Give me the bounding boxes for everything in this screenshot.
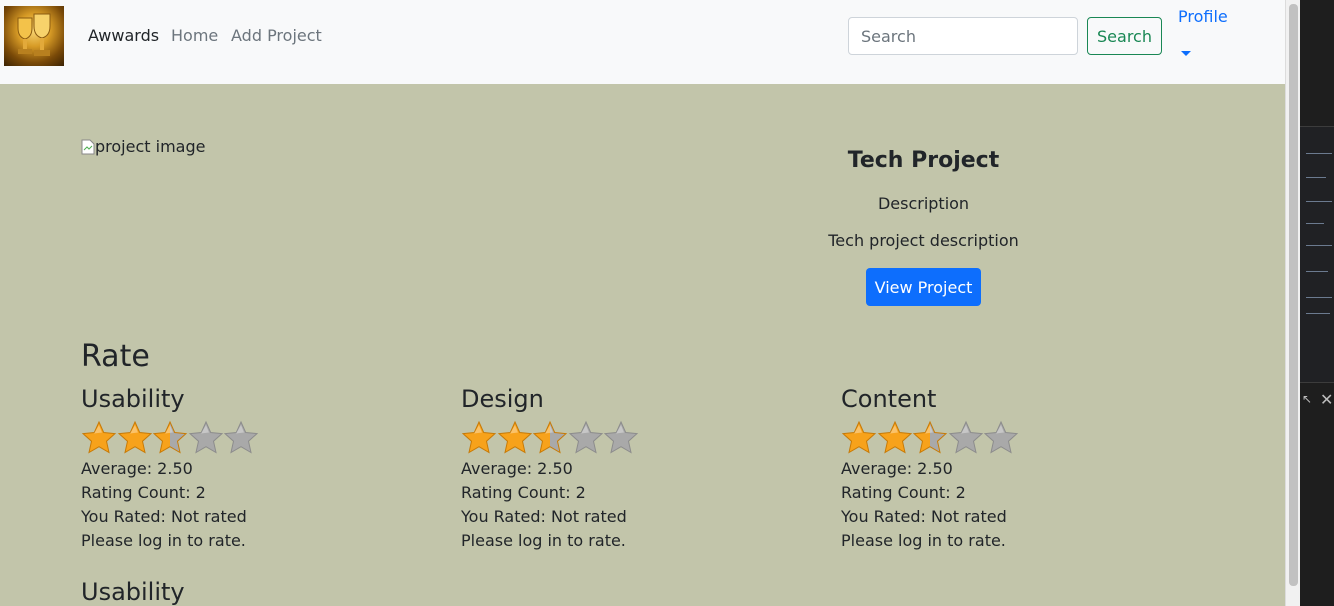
broken-image-icon — [81, 139, 95, 155]
view-project-button[interactable]: View Project — [866, 268, 981, 306]
nav-home-link[interactable]: Home — [171, 26, 218, 45]
login-note-text: Please log in to rate. — [461, 531, 626, 550]
star-icon[interactable] — [603, 420, 639, 456]
star-icon[interactable] — [223, 420, 259, 456]
star-icon[interactable] — [461, 420, 497, 456]
search-button[interactable]: Search — [1087, 17, 1162, 55]
category-title: Content — [841, 385, 937, 413]
star-icon[interactable] — [81, 420, 117, 456]
devtools-code-strip — [1300, 126, 1334, 383]
close-icon[interactable]: ✕ — [1320, 390, 1333, 409]
star-icon[interactable] — [912, 420, 948, 456]
average-text: Average: 2.50 — [81, 459, 193, 478]
star-icon[interactable] — [152, 420, 188, 456]
rating-category-design: Design Average: 2.50 Rating Count: 2 You… — [461, 384, 821, 553]
star-icon[interactable] — [497, 420, 533, 456]
profile-dropdown-link[interactable]: Profile — [1178, 7, 1228, 26]
description-label: Description — [877, 194, 970, 213]
star-icon[interactable] — [568, 420, 604, 456]
page-scrollbar[interactable] — [1285, 0, 1301, 606]
rating-category-usability: Usability Average: 2.50 Rating Count: 2 … — [81, 384, 441, 553]
project-title: Tech Project — [847, 148, 1000, 173]
average-text: Average: 2.50 — [841, 459, 953, 478]
project-description: Tech project description — [828, 231, 1019, 250]
star-icon[interactable] — [948, 420, 984, 456]
project-image-alt: project image — [95, 137, 206, 156]
category-title: Usability — [81, 385, 185, 413]
you-rated-text: You Rated: Not rated — [841, 507, 1007, 526]
navbar: Awwards Home Add Project Search Profile — [0, 0, 1285, 84]
search-input[interactable] — [848, 17, 1078, 55]
average-text: Average: 2.50 — [461, 459, 573, 478]
project-image: project image — [81, 137, 205, 156]
star-icon[interactable] — [188, 420, 224, 456]
next-category-title: Usability — [81, 578, 185, 606]
scrollbar-thumb[interactable] — [1289, 4, 1298, 586]
star-icon[interactable] — [983, 420, 1019, 456]
login-note-text: Please log in to rate. — [841, 531, 1006, 550]
nav-add-project-link[interactable]: Add Project — [231, 26, 322, 45]
devtools-arrow-icon[interactable]: ↖ — [1302, 392, 1312, 406]
rate-heading: Rate — [81, 339, 150, 374]
star-rating[interactable] — [841, 420, 1201, 456]
you-rated-text: You Rated: Not rated — [461, 507, 627, 526]
star-rating[interactable] — [461, 420, 821, 456]
login-note-text: Please log in to rate. — [81, 531, 246, 550]
rating-count-text: Rating Count: 2 — [841, 483, 966, 502]
star-icon[interactable] — [841, 420, 877, 456]
devtools-panel-edge — [1300, 0, 1334, 606]
star-icon[interactable] — [117, 420, 153, 456]
star-rating[interactable] — [81, 420, 441, 456]
category-title: Design — [461, 385, 544, 413]
trophy-logo-icon[interactable] — [4, 6, 64, 66]
you-rated-text: You Rated: Not rated — [81, 507, 247, 526]
page-viewport: Awwards Home Add Project Search Profile … — [0, 0, 1285, 606]
star-icon[interactable] — [532, 420, 568, 456]
brand-link[interactable]: Awwards — [88, 26, 159, 45]
star-icon[interactable] — [877, 420, 913, 456]
rating-category-content: Content Average: 2.50 Rating Count: 2 Yo… — [841, 384, 1201, 553]
caret-down-icon[interactable] — [1181, 51, 1191, 56]
rating-count-text: Rating Count: 2 — [81, 483, 206, 502]
rating-count-text: Rating Count: 2 — [461, 483, 586, 502]
